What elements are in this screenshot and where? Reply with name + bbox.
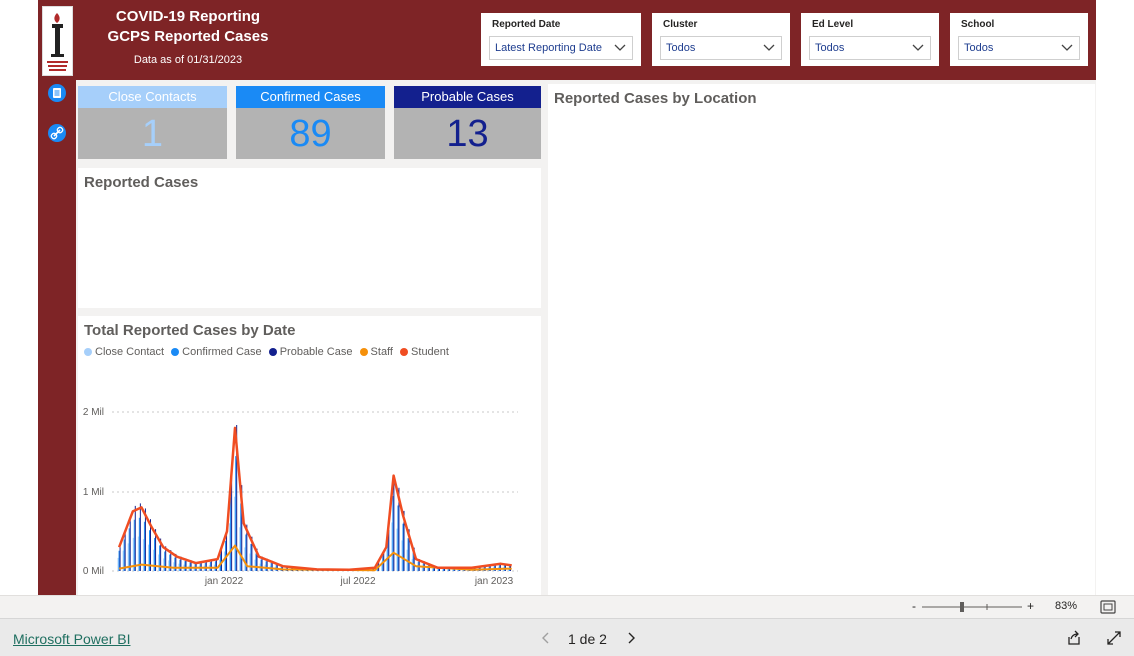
slicer-label: School (961, 19, 995, 30)
reported-date-dropdown[interactable]: Latest Reporting Date (489, 36, 633, 60)
dropdown-value: Todos (666, 42, 696, 54)
data-as-of: Data as of 01/31/2023 (133, 54, 243, 66)
fit-page-icon[interactable] (1100, 600, 1116, 614)
report-header: COVID-19 Reporting GCPS Reported Cases D… (38, 0, 1096, 80)
x-tick-label: jul 2022 (339, 576, 375, 587)
confirmed-cases-card: Confirmed Cases 89 (236, 86, 385, 159)
cluster-dropdown[interactable]: Todos (660, 36, 782, 60)
card-value: 89 (289, 113, 332, 155)
document-icon[interactable] (48, 84, 66, 102)
ed-level-dropdown[interactable]: Todos (809, 36, 931, 60)
line-chart: 2 Mil 1 Mil 0 Mil jan 2022 jul 2022 jan … (83, 407, 518, 587)
slicer-label: Ed Level (812, 19, 854, 30)
slicer-label: Reported Date (492, 19, 561, 30)
zoom-in-button[interactable]: + (1027, 599, 1034, 613)
logo-icon (42, 6, 73, 76)
slicer-reported-date: Reported Date Latest Reporting Date (481, 13, 641, 66)
cases-by-date-panel: Total Reported Cases by Date Close Conta… (78, 316, 541, 595)
slicer-cluster: Cluster Todos (652, 13, 790, 66)
panel-title: Reported Cases (84, 174, 199, 191)
share-icon[interactable] (1066, 630, 1082, 646)
powerbi-footer: Microsoft Power BI 1 de 2 (0, 618, 1134, 656)
report-canvas: COVID-19 Reporting GCPS Reported Cases D… (38, 0, 1096, 595)
zoom-level: 83% (1055, 600, 1078, 612)
report-bottom-bar: - + 83% (0, 595, 1134, 618)
card-label: Close Contacts (78, 86, 227, 108)
slicer-ed-level: Ed Level Todos (801, 13, 939, 66)
school-dropdown[interactable]: Todos (958, 36, 1080, 60)
card-label: Confirmed Cases (236, 86, 385, 108)
chevron-down-icon (912, 44, 924, 51)
chevron-down-icon (763, 44, 775, 51)
left-nav-bar (38, 80, 76, 595)
dropdown-value: Todos (964, 42, 994, 54)
page-indicator: 1 de 2 (568, 631, 607, 647)
chevron-left-icon[interactable] (539, 631, 553, 645)
link-icon[interactable] (48, 124, 66, 142)
panel-title: Reported Cases by Location (554, 90, 757, 107)
x-tick-label: jan 2023 (474, 576, 514, 587)
expand-icon[interactable] (1106, 630, 1122, 646)
zoom-slider[interactable] (922, 600, 1024, 614)
report-title-line1: COVID-19 Reporting (115, 8, 261, 25)
chevron-down-icon (614, 44, 626, 51)
y-tick-label: 2 Mil (83, 407, 104, 418)
dropdown-value: Latest Reporting Date (495, 42, 603, 54)
y-tick-label: 0 Mil (83, 566, 104, 577)
y-tick-label: 1 Mil (83, 487, 104, 498)
probable-cases-card: Probable Cases 13 (394, 86, 541, 159)
zoom-out-button[interactable]: - (912, 599, 916, 613)
card-value: 1 (141, 113, 164, 155)
reported-cases-panel: Reported Cases (78, 168, 541, 308)
series-line-student (117, 426, 512, 572)
card-value: 13 (446, 113, 489, 155)
card-label: Probable Cases (394, 86, 541, 108)
slicer-label: Cluster (663, 19, 698, 30)
reported-cases-by-location-panel: Reported Cases by Location (548, 84, 1095, 595)
close-contacts-card: Close Contacts 1 (78, 86, 227, 159)
dropdown-value: Todos (815, 42, 845, 54)
chevron-right-icon[interactable] (624, 631, 638, 645)
powerbi-link[interactable]: Microsoft Power BI (13, 631, 130, 647)
slicer-school: School Todos (950, 13, 1088, 66)
report-title-line2: GCPS Reported Cases (107, 28, 269, 45)
x-tick-label: jan 2022 (204, 576, 244, 587)
chevron-down-icon (1061, 44, 1073, 51)
